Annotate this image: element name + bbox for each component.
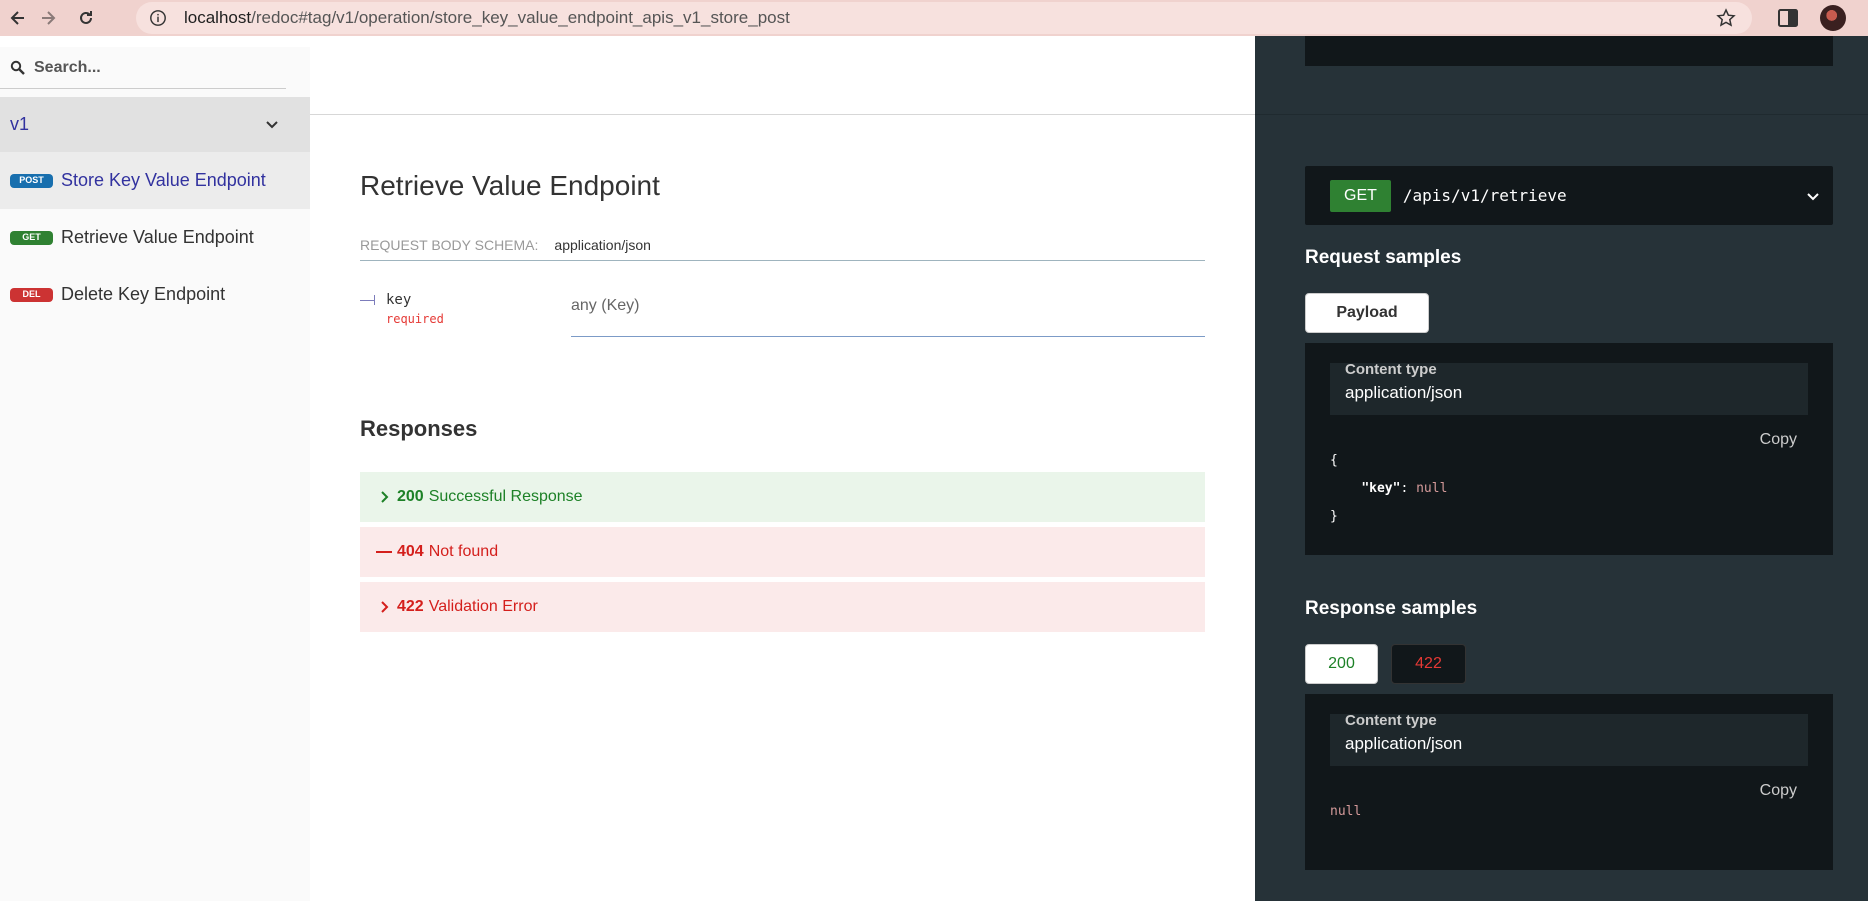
sidebar-item-label: Store Key Value Endpoint	[61, 170, 266, 190]
response-tab-422[interactable]: 422	[1391, 644, 1466, 684]
search-box	[0, 47, 286, 89]
code-null: null	[1416, 481, 1448, 496]
schema-property-key: key required any (Key)	[360, 292, 1205, 372]
payload-tab[interactable]: Payload	[1305, 293, 1429, 333]
response-404[interactable]: 404 Not found	[360, 527, 1205, 577]
responses-title: Responses	[360, 416, 478, 441]
request-samples-title: Request samples	[1305, 247, 1462, 268]
sidebar: v1 POST Store Key Value Endpoint GET Ret…	[0, 47, 310, 901]
property-name: key	[386, 292, 412, 308]
sidebar-item-store-key-value[interactable]: POST Store Key Value Endpoint	[0, 152, 310, 209]
response-200[interactable]: 200 Successful Response	[360, 472, 1205, 522]
chevron-down-icon	[266, 121, 278, 129]
chevron-right-icon	[381, 601, 389, 613]
sidebar-group-v1[interactable]: v1	[0, 97, 310, 152]
samples-panel: GET /apis/v1/retrieve Request samples Pa…	[1255, 36, 1868, 901]
sidebar-item-label: Retrieve Value Endpoint	[61, 227, 254, 247]
property-underline	[571, 336, 1205, 337]
panel-divider	[1255, 114, 1868, 115]
content-type-label: Content type	[1345, 712, 1437, 729]
sidebar-item-label: Delete Key Endpoint	[61, 284, 226, 304]
request-body-schema: REQUEST BODY SCHEMA: application/json	[360, 237, 1205, 261]
request-code-sample: { "key": null }	[1330, 447, 1447, 531]
response-description: Validation Error	[428, 598, 538, 615]
bookmark-star-icon[interactable]	[1716, 8, 1736, 28]
content-type-select[interactable]: Content type application/json	[1330, 712, 1808, 766]
post-method-badge: POST	[10, 173, 53, 188]
code-brace: {	[1330, 453, 1338, 468]
copy-button[interactable]: Copy	[1760, 431, 1797, 449]
address-bar[interactable]: localhost/redoc#tag/v1/operation/store_k…	[136, 2, 1752, 34]
response-description: Successful Response	[428, 488, 583, 505]
code-key: "key"	[1361, 481, 1401, 496]
url-text: localhost/redoc#tag/v1/operation/store_k…	[184, 8, 790, 28]
response-tab-200[interactable]: 200	[1305, 644, 1378, 684]
get-method-badge: GET	[10, 230, 53, 245]
tree-line	[360, 300, 374, 301]
endpoint-dropdown[interactable]: GET /apis/v1/retrieve	[1305, 166, 1833, 225]
reload-icon[interactable]	[68, 0, 104, 36]
url-host: localhost	[184, 8, 252, 27]
operation-content: Retrieve Value Endpoint REQUEST BODY SCH…	[310, 36, 1255, 901]
response-samples-title: Response samples	[1305, 598, 1478, 619]
content-type-select[interactable]: Content type application/json	[1330, 361, 1808, 415]
dash-icon	[376, 551, 392, 553]
section-divider	[310, 114, 1255, 115]
response-sample-box: Content type application/json Copy null	[1305, 694, 1833, 870]
url-path: /redoc#tag/v1/operation/store_key_value_…	[251, 8, 790, 27]
content-type-label: Content type	[1345, 361, 1437, 378]
response-description: Not found	[428, 543, 499, 560]
response-422[interactable]: 422 Validation Error	[360, 582, 1205, 632]
code-null: null	[1330, 804, 1362, 819]
property-required: required	[386, 312, 444, 326]
profile-avatar[interactable]	[1820, 5, 1846, 31]
operation-title: Retrieve Value Endpoint	[360, 170, 660, 201]
sidebar-item-retrieve-value[interactable]: GET Retrieve Value Endpoint	[0, 209, 310, 266]
schema-content-type: application/json	[554, 237, 651, 253]
endpoint-method-badge: GET	[1330, 179, 1391, 212]
code-colon: :	[1400, 481, 1417, 496]
endpoint-path: /apis/v1/retrieve	[1402, 186, 1567, 205]
del-method-badge: DEL	[10, 287, 53, 302]
copy-button[interactable]: Copy	[1760, 782, 1797, 800]
browser-toolbar: localhost/redoc#tag/v1/operation/store_k…	[0, 0, 1868, 36]
code-brace: }	[1330, 509, 1338, 524]
sidebar-group-label: v1	[10, 114, 30, 134]
schema-label: REQUEST BODY SCHEMA:	[360, 237, 539, 253]
response-code: 200	[397, 488, 424, 505]
search-icon	[10, 60, 25, 75]
response-code-sample: null	[1330, 798, 1361, 826]
forward-icon[interactable]	[30, 0, 66, 36]
info-icon[interactable]	[148, 8, 168, 28]
response-code: 404	[397, 543, 424, 560]
response-code: 422	[397, 598, 424, 615]
property-type: any (Key)	[571, 297, 640, 314]
chevron-down-icon	[1807, 193, 1819, 201]
request-sample-box: Content type application/json Copy { "ke…	[1305, 343, 1833, 555]
content-type-value: application/json	[1345, 734, 1463, 753]
side-panel-icon[interactable]	[1776, 6, 1800, 30]
tree-line	[374, 295, 375, 305]
content-type-value: application/json	[1345, 383, 1463, 402]
sidebar-item-delete-key[interactable]: DEL Delete Key Endpoint	[0, 266, 310, 323]
chevron-right-icon	[381, 491, 389, 503]
previous-sample-box	[1305, 36, 1833, 66]
search-input[interactable]	[34, 58, 274, 77]
